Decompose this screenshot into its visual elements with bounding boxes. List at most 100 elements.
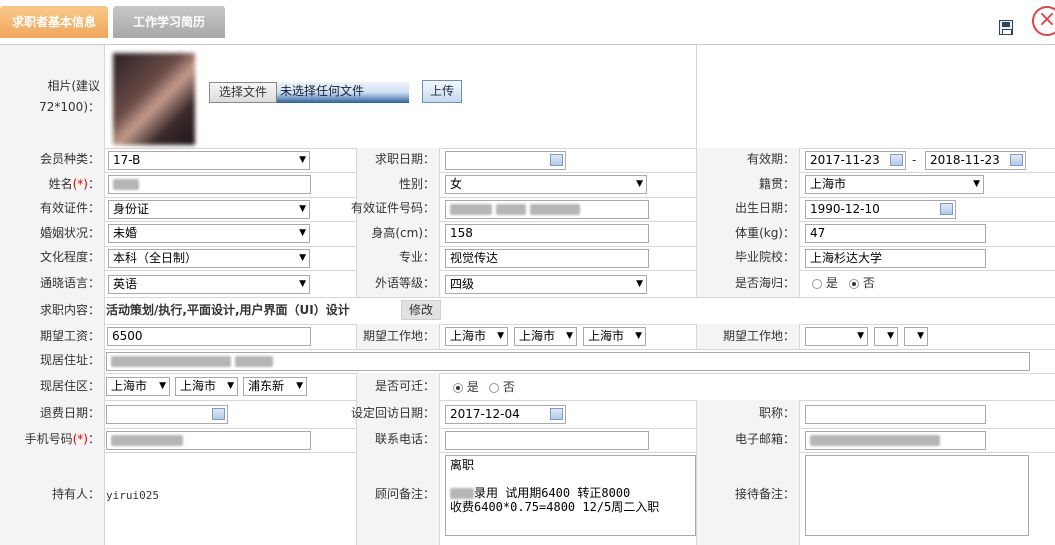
calendar-icon[interactable] [940,203,953,215]
mobile-input[interactable] [106,431,311,450]
job-date-input[interactable] [445,151,566,170]
radio-icon[interactable] [812,278,822,289]
gender-select[interactable]: 女 ▼ [445,175,647,194]
calendar-icon[interactable] [550,154,563,166]
id-type-select[interactable]: 身份证 ▼ [108,200,310,219]
birth-date-input[interactable]: 1990-12-10 [805,200,956,219]
candidate-form: 相片(建议72*100)： 选择文件 未选择任何文件 上传 会员种类： 17-B… [0,45,1055,545]
radio-icon[interactable] [849,278,859,289]
row-id: 有效证件： 身份证 ▼ 有效证件号码： 出生日期： 1990-12-10 [0,197,1055,222]
chevron-down-icon: ▼ [159,381,166,391]
owner-value: yirui025 [106,489,159,502]
expected-location2-district-select[interactable]: ▼ [904,327,928,346]
expected-location2-province-select[interactable]: ▼ [805,327,868,346]
job-date-label: 求职日期： [374,152,435,166]
chevron-down-icon: ▼ [566,331,573,341]
expected-location2-label: 期望工作地： [722,329,795,343]
calendar-icon[interactable] [550,408,563,420]
calendar-icon[interactable] [890,154,903,166]
owner-label: 持有人： [51,487,100,501]
major-label: 专业： [398,250,435,264]
title-label: 职称： [758,406,795,420]
row-address: 现居住址： [0,349,1055,374]
district-area-select[interactable]: 浦东新 ▼ [243,377,307,396]
email-input[interactable] [805,431,986,450]
mobile-label: 手机号码(*)： [24,432,100,446]
radio-icon[interactable] [489,382,499,393]
row-contact: 手机号码(*)： 联系电话： 电子邮箱： [0,428,1055,453]
address-label: 现居住址： [39,353,100,367]
education-label: 文化程度： [39,250,100,264]
revisit-date-label: 设定回访日期： [350,406,435,420]
chevron-down-icon: ▼ [636,279,643,289]
photo-value-cell: 选择文件 未选择任何文件 上传 [105,45,697,148]
birth-date-label: 出生日期： [734,201,795,215]
reception-note-textarea[interactable] [805,455,1029,536]
expected-salary-label: 期望工资： [39,329,100,343]
validity-from-input[interactable]: 2017-11-23 [805,151,906,170]
district-province-select[interactable]: 上海市 ▼ [106,377,170,396]
file-status: 未选择任何文件 [277,82,409,103]
major-input[interactable]: 视觉传达 [445,249,649,268]
save-icon[interactable] [999,20,1013,35]
native-place-select[interactable]: 上海市 ▼ [805,175,984,194]
revisit-date-input[interactable]: 2017-12-04 [445,405,566,424]
photo-label: 相片(建议72*100)： [39,79,100,114]
calendar-icon[interactable] [212,408,225,420]
expected-salary-input[interactable]: 6500 [107,327,311,346]
upload-button[interactable]: 上传 [422,80,462,103]
expected-location-district-select[interactable]: 上海市 ▼ [583,327,646,346]
relocate-no-option[interactable]: 否 [489,378,515,397]
height-input[interactable]: 158 [445,224,649,243]
row-salary: 期望工资： 6500 期望工作地： 上海市 ▼ 上海市 ▼ 上海市 ▼ 期望工作地： … [0,324,1055,350]
choose-file-button[interactable]: 选择文件 [209,82,277,103]
member-type-label: 会员种类： [39,152,100,166]
tab-basic-info[interactable]: 求职者基本信息 [0,6,108,38]
chevron-down-icon: ▼ [857,331,864,341]
expected-location-province-select[interactable]: 上海市 ▼ [445,327,508,346]
chevron-down-icon: ▼ [299,204,306,214]
member-type-select[interactable]: 17-B ▼ [108,151,310,170]
title-input[interactable] [805,405,986,424]
language-label: 通晓语言： [39,276,100,290]
height-label: 身高(cm)： [371,226,435,240]
chevron-down-icon: ▼ [299,228,306,238]
job-content-value: 活动策划/执行,平面设计,用户界面（UI）设计 [106,303,350,317]
weight-input[interactable]: 47 [805,224,986,243]
refund-date-input[interactable] [106,405,228,424]
edit-job-content-button[interactable]: 修改 [401,300,441,320]
district-city-select[interactable]: 上海市 ▼ [175,377,238,396]
row-member-type: 会员种类： 17-B ▼ 求职日期： 有效期： 2017-11-23 - 2018… [0,148,1055,173]
expected-location2-city-select[interactable]: ▼ [874,327,898,346]
education-select[interactable]: 本科（全日制） ▼ [108,249,310,268]
validity-to-input[interactable]: 2018-11-23 [925,151,1026,170]
expected-location-city-select[interactable]: 上海市 ▼ [514,327,577,346]
school-input[interactable]: 上海杉达大学 [805,249,986,268]
phone-input[interactable] [445,431,649,450]
chevron-down-icon: ▼ [887,331,894,341]
radio-icon[interactable] [453,382,463,393]
job-content-label: 求职内容： [39,303,100,317]
name-label: 姓名(*)： [48,177,100,191]
relocate-yes-option[interactable]: 是 [453,378,479,397]
language-level-label: 外语等级： [374,276,435,290]
tab-work-study-resume[interactable]: 工作学习简历 [113,6,225,38]
marital-label: 婚姻状况： [39,226,100,240]
marital-select[interactable]: 未婚 ▼ [108,224,310,243]
row-language: 通晓语言： 英语 ▼ 外语等级： 四级 ▼ 是否海归： 是 否 [0,270,1055,298]
row-job-content: 求职内容： 活动策划/执行,平面设计,用户界面（UI）设计 修改 [0,297,1055,325]
address-input[interactable] [106,352,1030,371]
consultant-note-textarea[interactable]: 离职 录用 试用期6400 转正8000 收费6400*0.75=4800 12/5… [445,455,696,536]
row-name: 姓名(*)： 性别： 女 ▼ 籍贯： 上海市 ▼ [0,172,1055,198]
overseas-no-option[interactable]: 否 [849,274,875,293]
overseas-yes-option[interactable]: 是 [812,274,838,293]
close-icon[interactable]: × [1032,6,1055,36]
refund-date-label: 退费日期： [39,406,100,420]
id-number-input[interactable] [445,200,649,219]
language-level-select[interactable]: 四级 ▼ [445,275,647,294]
email-label: 电子邮箱： [734,432,795,446]
district-label: 现居住区： [39,379,100,393]
calendar-icon[interactable] [1010,154,1023,166]
language-select[interactable]: 英语 ▼ [108,275,310,294]
name-input[interactable] [108,175,311,194]
